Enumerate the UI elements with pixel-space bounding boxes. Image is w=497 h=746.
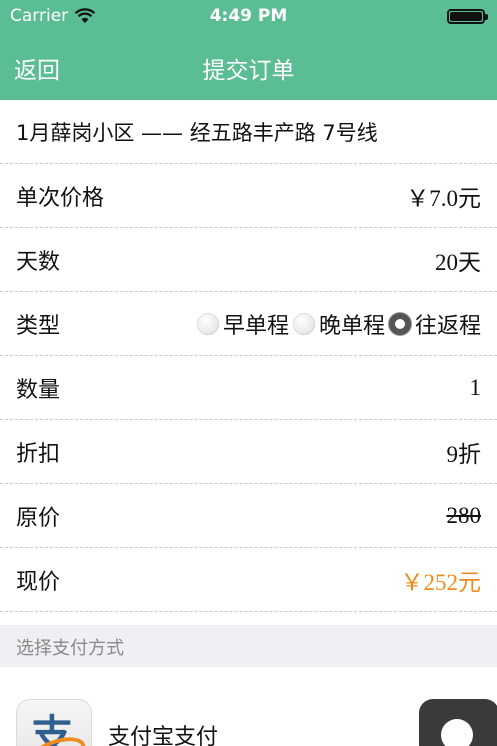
status-time: 4:49 PM [209, 6, 288, 26]
days-row: 天数 20天 [0, 228, 497, 292]
radio-unchecked-icon [196, 312, 219, 335]
route-row: 1月薛岗小区 —— 经五路丰产路 7号线 [0, 100, 497, 164]
type-option-round-trip[interactable]: 往返程 [388, 308, 481, 340]
current-price-label: 现价 [16, 569, 61, 595]
page-title: 提交订单 [202, 58, 295, 84]
alipay-logo: 支 [16, 699, 92, 746]
type-option-evening[interactable]: 晚单程 [292, 308, 385, 340]
quantity-row: 数量 1 [0, 356, 497, 420]
nav-bar: 返回 提交订单 [0, 40, 497, 92]
discount-label: 折扣 [16, 441, 61, 467]
battery-icon [447, 9, 488, 24]
current-price-value: ￥252元 [400, 569, 482, 595]
current-price-row: 现价 ￥252元 [0, 548, 497, 612]
status-bar: Carrier 4:49 PM [0, 0, 497, 32]
radio-checked-icon [388, 312, 411, 335]
days-value: 20天 [435, 249, 481, 275]
route-text: 1月薛岗小区 —— 经五路丰产路 7号线 [16, 120, 378, 145]
discount-value: 9折 [446, 441, 482, 467]
original-price-value: 280 [446, 502, 482, 528]
type-label: 类型 [16, 313, 61, 339]
original-price-label: 原价 [16, 505, 61, 531]
payment-section-header: 选择支付方式 [0, 625, 497, 667]
order-details: 1月薛岗小区 —— 经五路丰产路 7号线 单次价格 ￥7.0元 天数 20天 类… [0, 100, 497, 612]
quantity-value: 1 [469, 374, 482, 400]
quantity-label: 数量 [16, 377, 61, 403]
type-options: 早单程 晚单程 往返程 [196, 308, 481, 340]
radio-unchecked-icon [292, 312, 315, 335]
type-row: 类型 早单程 晚单程 往返程 [0, 292, 497, 356]
app-header: Carrier 4:49 PM 返回 提交订单 [0, 0, 497, 100]
type-option-label: 晚单程 [318, 313, 385, 339]
type-option-label: 往返程 [414, 313, 481, 339]
unit-price-row: 单次价格 ￥7.0元 [0, 164, 497, 228]
days-label: 天数 [16, 249, 61, 275]
toggle-knob [441, 719, 473, 746]
alipay-label: 支付宝支付 [108, 725, 219, 746]
original-price-row: 原价 280 [0, 484, 497, 548]
unit-price-value: ￥7.0元 [406, 185, 481, 211]
discount-row: 折扣 9折 [0, 420, 497, 484]
alipay-select-toggle[interactable] [419, 699, 497, 746]
unit-price-label: 单次价格 [16, 185, 105, 211]
alipay-row[interactable]: 支 支付宝支付 [0, 667, 497, 746]
type-option-label: 早单程 [222, 313, 289, 339]
type-option-morning[interactable]: 早单程 [196, 308, 289, 340]
